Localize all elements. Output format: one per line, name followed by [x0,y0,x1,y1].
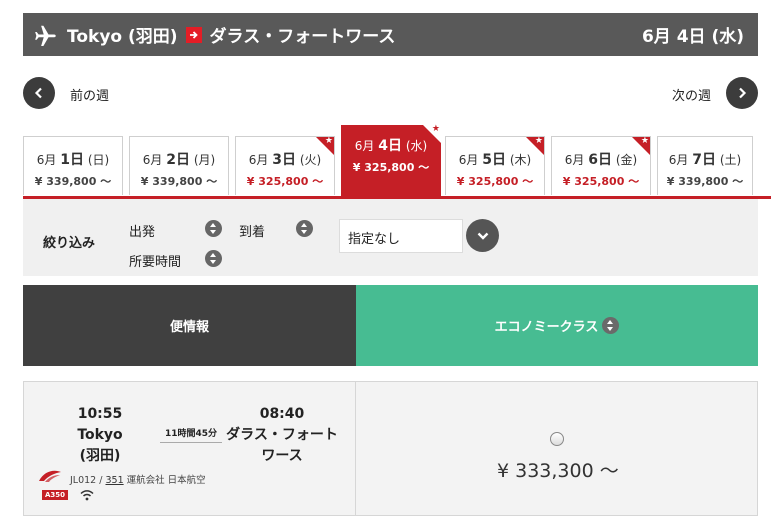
tab-price: ¥ 339,800 ～ [666,175,744,188]
duration-sort-label[interactable]: 所要時間 [129,251,181,270]
star-icon: ★ [431,124,440,134]
tab-date: 6月 7日 (土) [668,152,742,168]
flight-info-header: 便情報 [23,285,356,366]
tab-price: ¥ 339,800 ～ [34,175,112,188]
departure-sort-icon[interactable] [205,220,222,237]
date-tabs: 6月 1日 (日) ¥ 339,800 ～ 6月 2日 (月) ¥ 339,80… [23,124,771,197]
filter-title: 絞り込み [43,236,96,251]
star-icon: ★ [534,136,543,146]
chevron-left-icon [34,87,42,99]
tab-date: 6月 1日 (日) [36,152,110,168]
next-week-button[interactable] [726,77,758,109]
tab-price: ¥ 325,800 ～ [562,175,640,188]
dropdown-button[interactable] [466,219,499,252]
route-header: Tokyo (羽田) ダラス・フォートワース 6月 4日 (水) [23,13,758,56]
prev-week-link[interactable]: 前の週 [70,85,109,104]
date-tab-june-4[interactable]: ★ 6月 4日 (水) ¥ 325,800 ～ [341,124,441,197]
filter-panel: 絞り込み 出発 到着 所要時間 指定なし [23,199,758,276]
wifi-icon [80,490,94,501]
departure-sort-label[interactable]: 出発 [129,221,155,240]
flight-number-link[interactable]: 351 [105,475,123,486]
economy-class-label: エコノミークラス [494,320,599,335]
economy-class-header[interactable]: エコノミークラス [356,285,758,366]
departure-city: Tokyo (羽田) [77,427,123,464]
date-tab-june-1[interactable]: 6月 1日 (日) ¥ 339,800 ～ [23,136,123,195]
date-tab-june-2[interactable]: 6月 2日 (月) ¥ 339,800 ～ [129,136,229,195]
star-icon: ★ [324,136,333,146]
tab-price: ¥ 325,800 ～ [246,175,324,188]
filter-select[interactable]: 指定なし [339,219,463,253]
destination-city: ダラス・フォートワース [209,27,396,47]
prev-week-button[interactable] [23,77,55,109]
airplane-icon [35,25,56,46]
next-week-link[interactable]: 次の週 [672,85,711,104]
flight-info-cell: 10:55 Tokyo (羽田) 11時間45分 08:40 ダラス・フォート … [23,381,356,516]
economy-fare-cell[interactable]: ¥ 333,300 ～ [356,381,758,516]
jal-logo-icon [39,470,61,482]
fare-price: ¥ 333,300 ～ [497,460,619,482]
arrival-time: 08:40 [259,406,305,422]
date-tab-june-5[interactable]: ★ 6月 5日 (木) ¥ 325,800 ～ [445,136,545,195]
tab-price: ¥ 325,800 ～ [456,175,534,188]
date-tab-june-6[interactable]: ★ 6月 6日 (金) ¥ 325,800 ～ [551,136,651,195]
selected-date: 6月 4日 (水) [641,27,744,47]
chevron-down-icon [477,232,488,240]
operator-label: 運航会社 日本航空 [126,475,206,486]
sort-icon[interactable] [602,317,620,334]
route-arrow-icon [185,26,202,43]
date-tab-june-3[interactable]: ★ 6月 3日 (火) ¥ 325,800 ～ [235,136,335,195]
week-navigation: 前の週 次の週 [23,77,758,111]
chevron-right-icon [739,87,747,99]
duration-sort-icon[interactable] [205,250,222,267]
origin-city: Tokyo (羽田) [67,27,178,47]
fare-radio-button[interactable] [550,432,564,446]
star-icon: ★ [640,136,649,146]
aircraft-badge: A350 [42,490,69,500]
flight-info-label: 便情報 [169,320,209,335]
tab-price: ¥ 325,800 ～ [352,161,430,174]
arrival-city: ダラス・フォート ワース [226,427,338,464]
arrival-sort-icon[interactable] [296,220,313,237]
tab-price: ¥ 339,800 ～ [140,175,218,188]
date-tab-june-7[interactable]: 6月 7日 (土) ¥ 339,800 ～ [657,136,753,195]
tab-date: 6月 2日 (月) [142,152,216,168]
flight-duration: 11時間45分 [160,426,222,443]
flight-number: JL012 / [70,475,103,486]
flight-meta: JL012 / 351 運航会社 日本航空 [70,472,206,486]
arrival-sort-label[interactable]: 到着 [239,221,265,240]
departure-time: 10:55 [77,406,123,422]
